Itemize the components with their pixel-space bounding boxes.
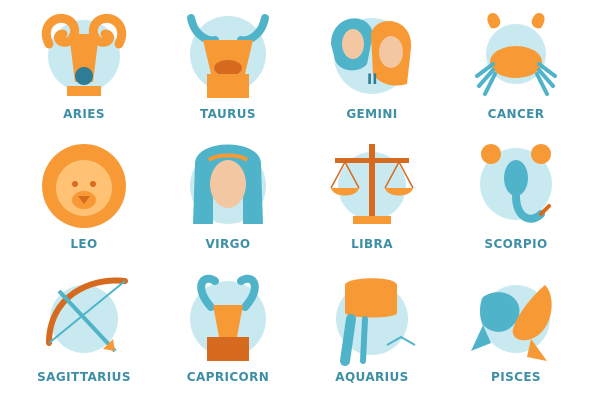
zodiac-grid: ARIES TAURUS II GEMINI CANCER LEO VIRGO … xyxy=(0,0,600,400)
sign-label: CANCER xyxy=(487,107,545,121)
svg-text:II: II xyxy=(367,72,377,88)
sign-label: SCORPIO xyxy=(484,237,548,251)
zodiac-sign-sagittarius: SAGITTARIUS xyxy=(12,265,156,398)
maiden-icon xyxy=(190,144,266,224)
zodiac-sign-aries: ARIES xyxy=(12,2,156,132)
crab-icon xyxy=(475,13,557,96)
zodiac-sign-pisces: PISCES xyxy=(444,265,588,398)
scales-icon xyxy=(330,144,414,224)
water-urn-icon xyxy=(336,278,416,366)
zodiac-sign-libra: LIBRA xyxy=(300,132,444,265)
lion-icon xyxy=(42,144,126,228)
goat-icon xyxy=(190,274,266,361)
sign-label: LIBRA xyxy=(351,237,393,251)
zodiac-sign-aquarius: AQUARIUS xyxy=(300,265,444,398)
sign-label: VIRGO xyxy=(205,237,251,251)
sign-label: LEO xyxy=(70,237,98,251)
zodiac-sign-cancer: CANCER xyxy=(444,2,588,132)
scorpion-icon xyxy=(480,144,552,223)
bow-arrow-icon xyxy=(46,277,128,353)
sign-label: PISCES xyxy=(491,370,541,384)
sign-label: ARIES xyxy=(63,107,105,121)
sign-label: TAURUS xyxy=(200,107,256,121)
ram-icon xyxy=(42,13,126,96)
fish-icon xyxy=(471,285,552,361)
zodiac-sign-scorpio: SCORPIO xyxy=(444,132,588,265)
zodiac-sign-leo: LEO xyxy=(12,132,156,265)
zodiac-sign-taurus: TAURUS xyxy=(156,2,300,132)
sign-label: CAPRICORN xyxy=(186,370,270,384)
zodiac-sign-capricorn: CAPRICORN xyxy=(156,265,300,398)
sign-label: GEMINI xyxy=(346,107,398,121)
zodiac-sign-gemini: II GEMINI xyxy=(300,2,444,132)
sign-label: AQUARIUS xyxy=(335,370,409,384)
sign-label: SAGITTARIUS xyxy=(37,370,131,384)
twins-icon: II xyxy=(331,18,412,94)
bull-icon xyxy=(187,14,269,98)
zodiac-sign-virgo: VIRGO xyxy=(156,132,300,265)
